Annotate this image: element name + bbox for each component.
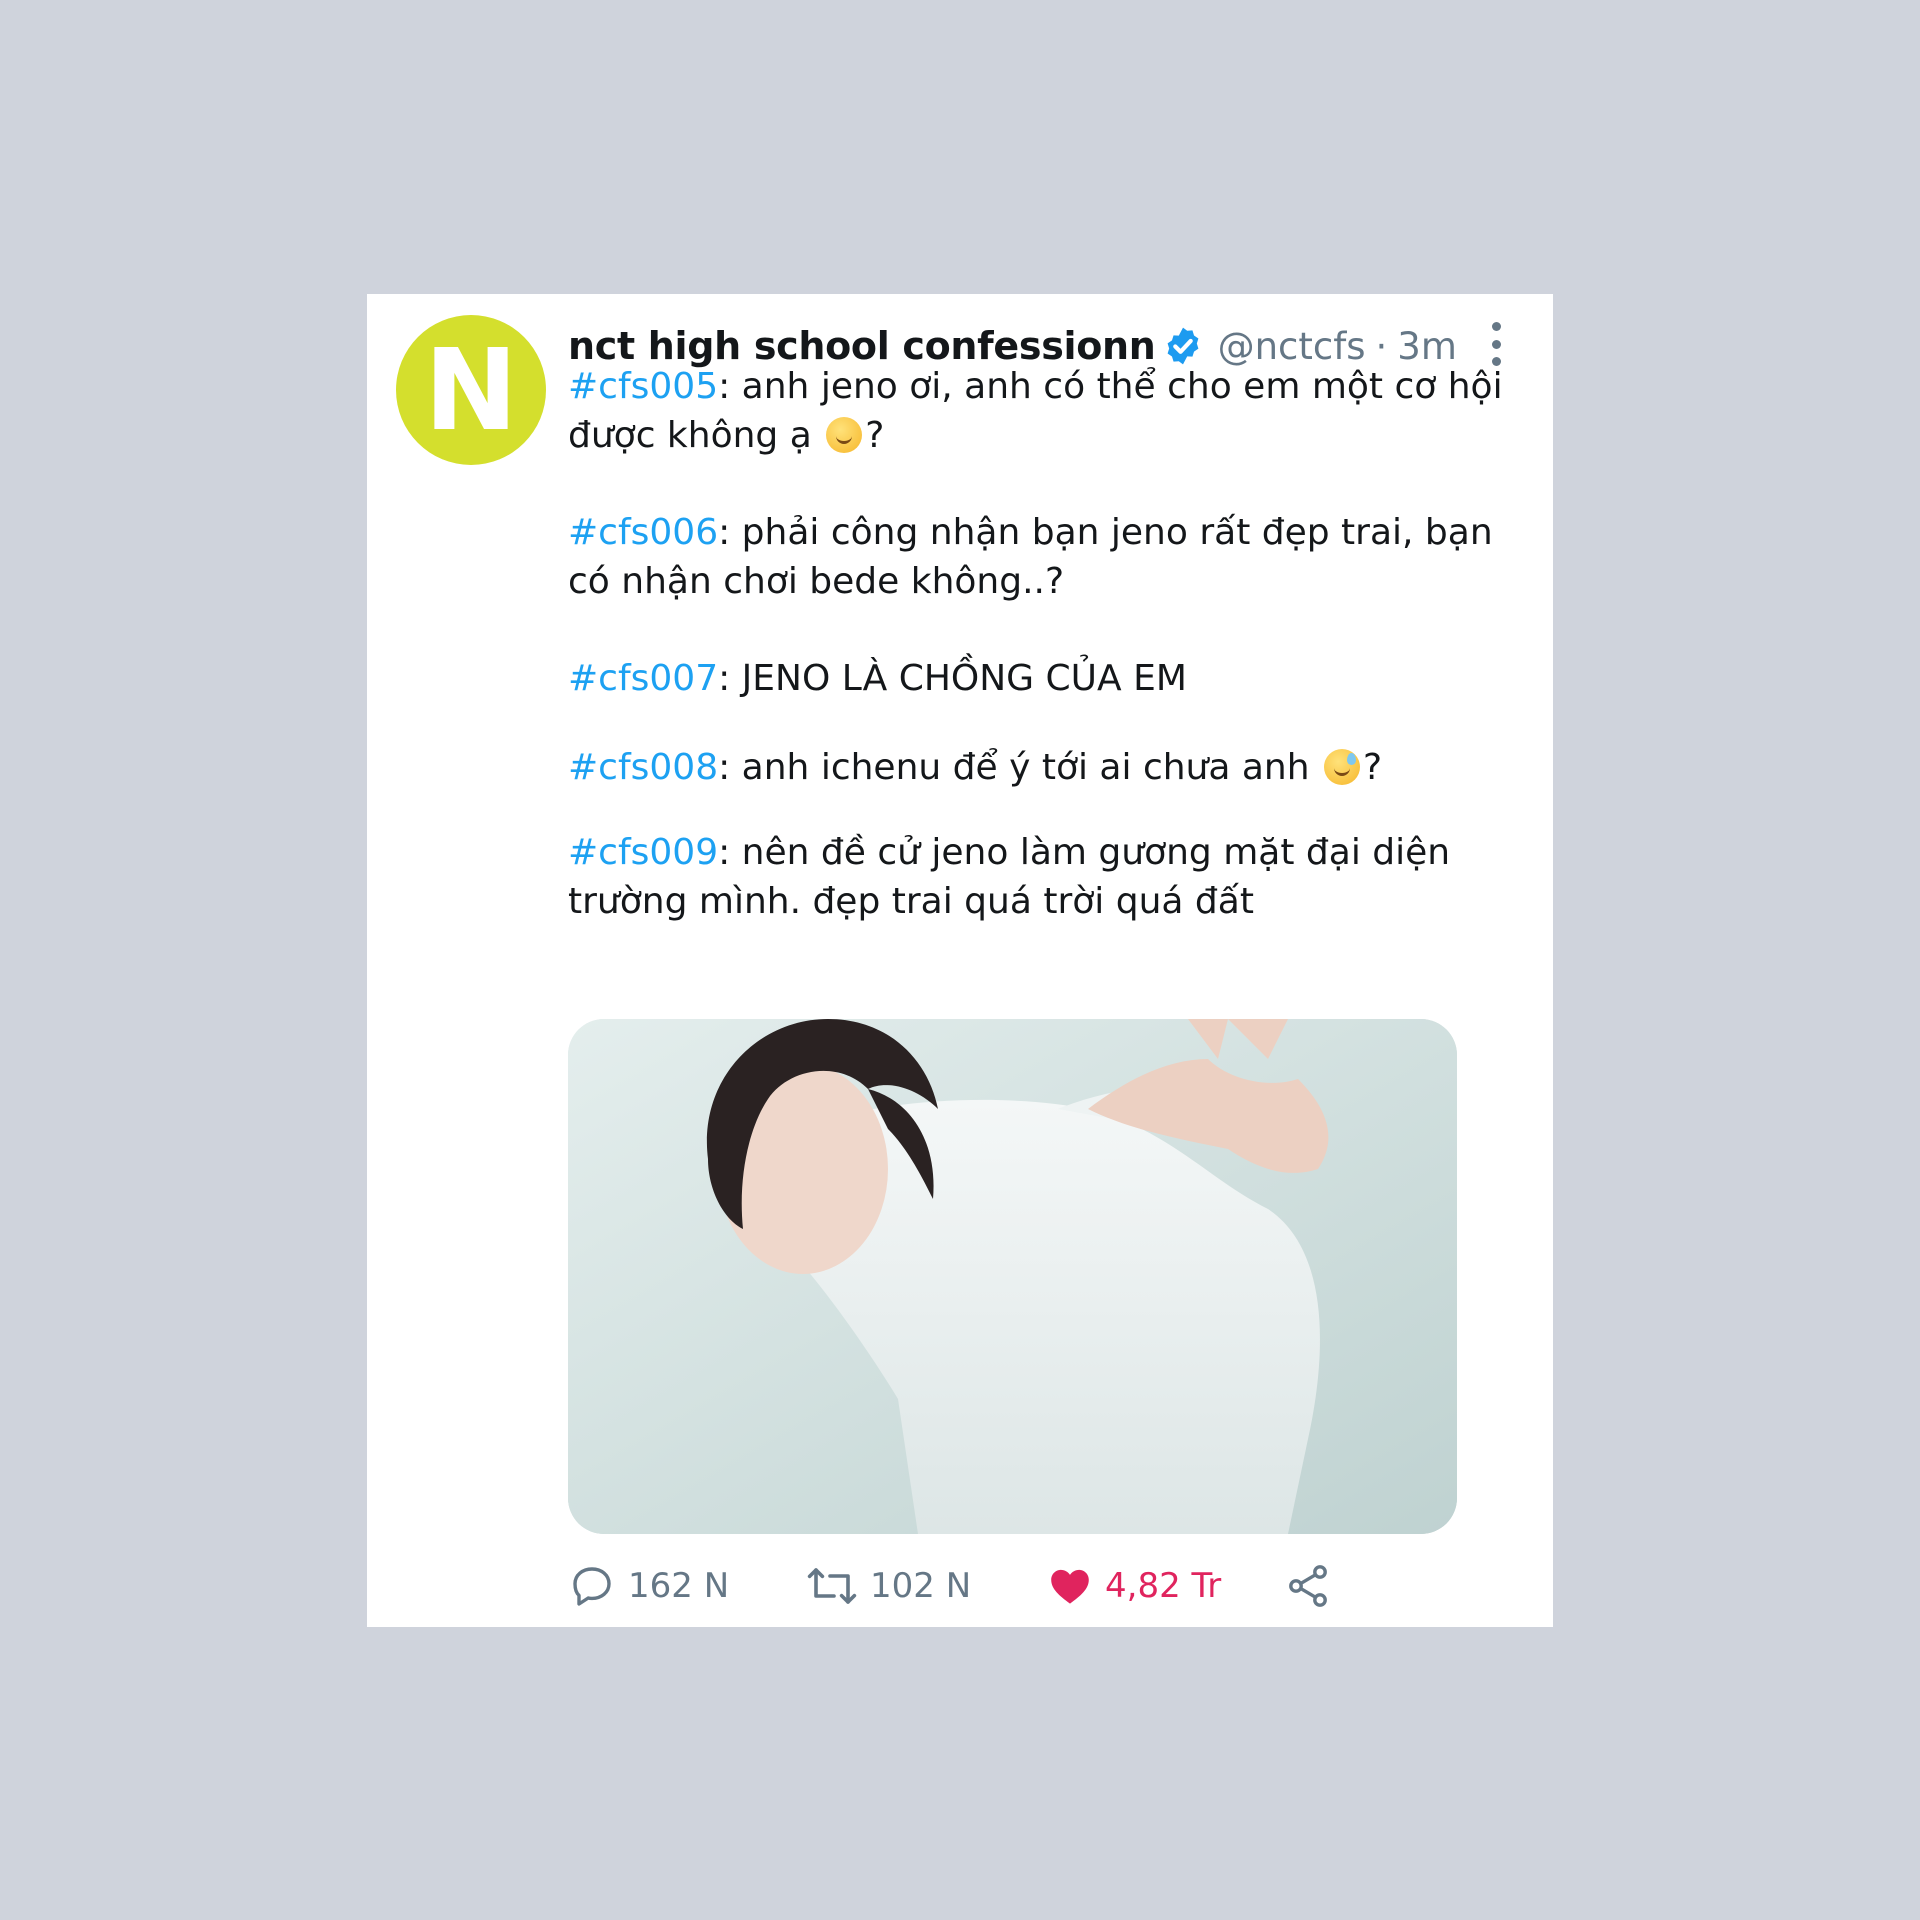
hashtag-link[interactable]: #cfs009 [568, 832, 718, 873]
grinning-sweat-face-emoji-icon [1324, 749, 1361, 785]
hashtag-link[interactable]: #cfs005 [568, 366, 718, 407]
tweet-card[interactable]: N nct high school confessionn @nctcfs · … [367, 294, 1553, 1627]
avatar-letter: N [424, 326, 518, 456]
like-button[interactable]: 4,82 Tr [1047, 1556, 1221, 1616]
hashtag-link[interactable]: #cfs008 [568, 747, 718, 788]
post-text-end: ? [865, 415, 885, 456]
pleading-face-emoji-icon [826, 417, 863, 453]
reply-bubble-icon [573, 1567, 611, 1606]
tweet-text: #cfs005: anh jeno ơi, anh có thể cho em … [568, 362, 1528, 974]
reply-button[interactable]: 162 N [568, 1556, 729, 1616]
post-paragraph: #cfs008: anh ichenu để ý tới ai chưa anh… [568, 743, 1528, 792]
retweet-count: 102 N [870, 1566, 972, 1606]
share-button[interactable] [1284, 1556, 1332, 1616]
post-paragraph: #cfs005: anh jeno ơi, anh có thể cho em … [568, 362, 1528, 460]
retweet-button[interactable]: 102 N [806, 1556, 971, 1616]
like-count: 4,82 Tr [1105, 1566, 1222, 1606]
retweet-icon [807, 1568, 857, 1604]
heart-icon [1051, 1569, 1089, 1604]
hashtag-link[interactable]: #cfs007 [568, 658, 718, 699]
post-text-end: ? [1363, 747, 1383, 788]
photo-illustration [568, 1019, 1457, 1534]
reply-count: 162 N [628, 1566, 730, 1606]
hashtag-link[interactable]: #cfs006 [568, 512, 718, 553]
verified-badge-icon [1167, 327, 1198, 365]
share-icon [1289, 1565, 1327, 1607]
post-paragraph: #cfs009: nên đề cử jeno làm gương mặt đạ… [568, 828, 1528, 926]
avatar[interactable]: N [396, 315, 546, 465]
post-paragraph: #cfs007: JENO LÀ CHỒNG CỦA EM [568, 654, 1528, 703]
post-text: : anh ichenu để ý tới ai chưa anh [718, 747, 1322, 788]
post-text: : JENO LÀ CHỒNG CỦA EM [718, 658, 1187, 699]
attached-photo[interactable] [568, 1019, 1457, 1534]
more-vertical-icon[interactable] [1484, 322, 1508, 366]
post-paragraph: #cfs006: phải công nhận bạn jeno rất đẹp… [568, 508, 1528, 606]
